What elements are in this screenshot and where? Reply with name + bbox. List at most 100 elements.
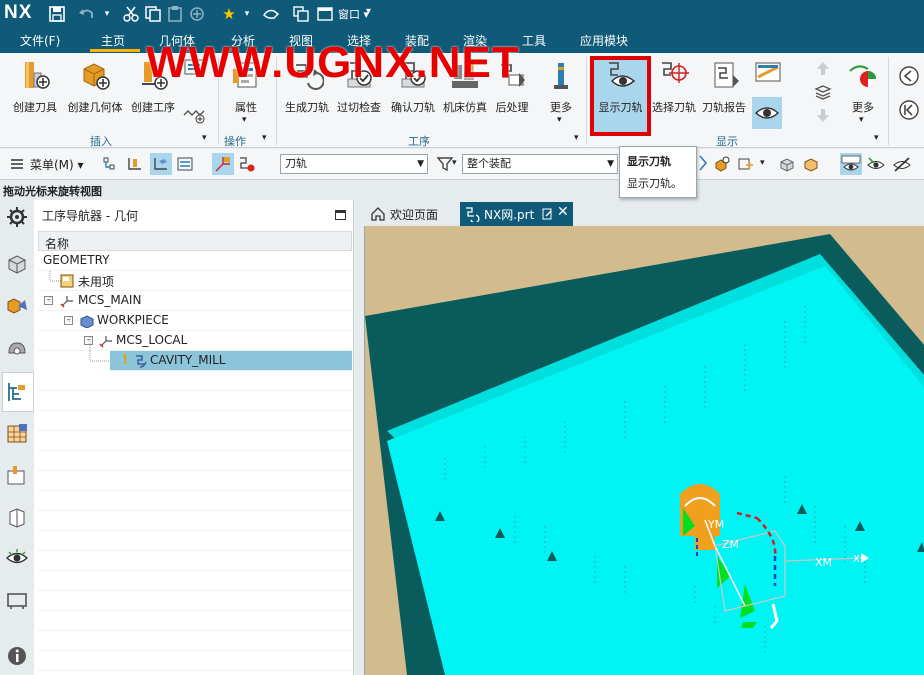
undo-icon[interactable] — [78, 5, 96, 23]
favorites-dropdown-icon[interactable]: ▾ — [238, 5, 256, 23]
nav-first-icon[interactable] — [898, 99, 920, 121]
more-display-label: 更多 — [852, 101, 874, 114]
create-tool-button[interactable]: 创建刀具 — [10, 55, 60, 129]
gear-icon[interactable] — [5, 205, 29, 229]
tab-application[interactable]: 应用模块 — [580, 32, 628, 49]
create-geometry-button[interactable]: 创建几何体 — [66, 55, 124, 129]
axis-label-ym: YM — [707, 518, 724, 531]
copy-icon[interactable] — [144, 5, 162, 23]
generate-toolpath-label: 生成刀轨 — [285, 101, 329, 114]
constraint-navigator-icon[interactable] — [5, 294, 29, 318]
group-insert-dropdown-icon[interactable]: ▾ — [202, 133, 207, 143]
undo-dropdown-icon[interactable]: ▾ — [98, 5, 116, 23]
select-toolpath-icon — [662, 62, 689, 83]
quick-access-toolbar: ▾ ★ ▾ — [46, 0, 446, 28]
info-icon[interactable] — [5, 644, 29, 668]
tab-part-file[interactable]: NX网.prt ✕ — [460, 202, 573, 226]
window-icon[interactable] — [316, 5, 334, 23]
menu-hamburger-icon[interactable] — [10, 158, 24, 170]
cut-icon[interactable] — [122, 5, 140, 23]
display-3d-toggle[interactable] — [752, 97, 782, 129]
visualization-eye-icon[interactable] — [5, 546, 29, 570]
toolpath-report-icon — [714, 62, 739, 88]
reuse-library-icon[interactable] — [5, 506, 29, 530]
top-border-bar: 菜单(M) ▾ 刀轨 ▼ ▾ 整个装配 ▼ ▾ — [0, 149, 924, 180]
view-triad-icon[interactable] — [698, 154, 710, 172]
paste-icon[interactable] — [166, 5, 184, 23]
group-operation-dropdown-icon[interactable]: ▾ — [262, 133, 267, 143]
graphics-viewport[interactable]: XM ZM YM X — [364, 226, 924, 675]
group-display-dropdown-icon[interactable]: ▾ — [874, 133, 879, 143]
display-2d-workpiece-icon[interactable] — [754, 59, 782, 87]
assembly-navigator-icon[interactable] — [5, 252, 29, 276]
tab-tools[interactable]: 工具 — [522, 32, 546, 49]
show-mcs-toggle[interactable] — [840, 153, 862, 175]
scope-combo[interactable]: 整个装配 ▼ — [462, 154, 618, 174]
more-display-button[interactable]: 更多 ▾ — [842, 55, 884, 129]
machining-method-view-icon[interactable] — [176, 155, 194, 173]
part-navigator-icon[interactable] — [5, 337, 29, 361]
cue-line-text: 拖动光标来旋转视图 — [3, 185, 102, 198]
column-header-name[interactable]: 名称 — [38, 231, 352, 251]
customize-dropdown-icon[interactable]: ▾ — [366, 6, 371, 17]
save-icon[interactable] — [48, 5, 66, 23]
tooltip: 显示刀轨 显示刀轨。 — [619, 146, 697, 198]
window-menu[interactable]: 窗口 ▾ — [338, 6, 369, 22]
more-process-button[interactable]: 更多 ▾ — [540, 55, 582, 129]
point-snap-icon[interactable] — [736, 155, 754, 173]
tab-file[interactable]: 文件(F) — [20, 32, 60, 49]
axis-label-zm: ZM — [722, 538, 739, 551]
scope-value: 整个装配 — [467, 157, 511, 170]
tab-home[interactable]: 主页 — [101, 32, 125, 49]
toolpath-filter-icon[interactable] — [238, 155, 256, 173]
nav-back-icon[interactable] — [898, 65, 920, 87]
home-icon — [371, 207, 385, 221]
tooltip-description: 显示刀轨。 — [627, 177, 682, 190]
machine-tool-navigator-icon[interactable] — [5, 464, 29, 488]
move-down-icon[interactable] — [814, 107, 832, 125]
more-icon — [554, 63, 568, 89]
snap-dropdown-icon[interactable]: ▾ — [760, 158, 765, 168]
create-tool-label: 创建刀具 — [13, 101, 57, 114]
tab-welcome-page[interactable]: 欢迎页面 — [366, 202, 456, 226]
roles-icon[interactable] — [5, 588, 29, 612]
mill-method-icon[interactable] — [182, 101, 206, 125]
tree-row-label: CAVITY_MILL — [150, 353, 226, 367]
more-dropdown-icon[interactable]: ▾ — [557, 115, 562, 125]
properties-dropdown-icon[interactable]: ▾ — [242, 115, 247, 125]
status-warning-icon: ! — [122, 353, 128, 368]
show-tool-icon[interactable] — [866, 155, 886, 173]
switch-window-icon[interactable] — [292, 5, 310, 23]
mcs-filter-toggle[interactable] — [212, 153, 234, 175]
menu-button[interactable]: 菜单(M) ▾ — [30, 156, 84, 173]
snap-icon[interactable] — [712, 155, 730, 173]
create-tool-icon — [25, 62, 50, 89]
tree-row-cavity-mill[interactable]: ! CAVITY_MILL — [110, 351, 352, 371]
program-order-view-icon[interactable] — [102, 155, 120, 173]
operation-navigator-icon[interactable] — [5, 380, 29, 404]
group-insert-label: 插入 — [90, 135, 112, 148]
orient-view-icon[interactable] — [802, 155, 820, 173]
render-style-icon[interactable] — [778, 155, 796, 173]
favorites-star-icon[interactable]: ★ — [220, 5, 238, 23]
machine-navigator-icon[interactable] — [5, 422, 29, 446]
select-toolpath-button[interactable]: 选择刀轨 — [651, 55, 697, 129]
move-up-icon[interactable] — [814, 59, 832, 77]
selection-filter-dropdown-icon[interactable]: ▾ — [452, 158, 457, 168]
group-process-dropdown-icon[interactable]: ▾ — [574, 133, 579, 143]
scope-dropdown-icon: ▼ — [607, 159, 614, 169]
repeat-icon[interactable] — [188, 5, 206, 23]
maximize-panel-icon[interactable] — [335, 210, 346, 220]
geometry-view-toggle[interactable] — [150, 153, 172, 175]
layers-icon[interactable] — [814, 83, 832, 101]
toolpath-report-button[interactable]: 刀轨报告 — [699, 55, 749, 129]
cavity-mill-icon — [136, 355, 147, 368]
type-filter-combo[interactable]: 刀轨 ▼ — [280, 154, 428, 174]
close-tab-icon[interactable]: ✕ — [557, 204, 569, 220]
create-operation-label: 创建工序 — [131, 101, 175, 114]
machine-tool-view-icon[interactable] — [126, 155, 144, 173]
more-display-dropdown-icon[interactable]: ▾ — [859, 115, 864, 125]
hide-icon[interactable] — [892, 155, 912, 173]
tooltip-title: 显示刀轨 — [627, 155, 671, 168]
touch-mode-icon[interactable] — [262, 5, 280, 23]
